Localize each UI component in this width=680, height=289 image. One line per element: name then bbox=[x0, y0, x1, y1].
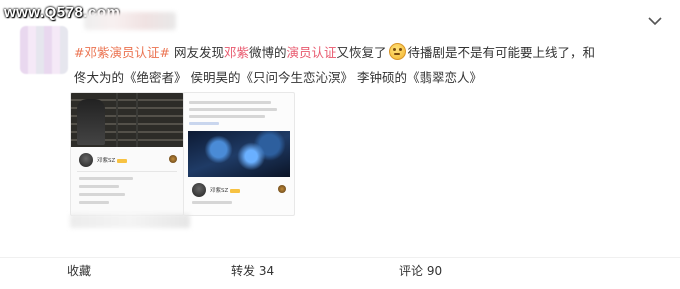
image-2-photo bbox=[188, 131, 290, 177]
image-1-photo bbox=[71, 93, 183, 147]
chevron-down-icon[interactable] bbox=[646, 14, 664, 28]
image-1-avatar bbox=[79, 153, 93, 167]
post-line-1: #邓紫演员认证# 网友发现邓紫微博的演员认证又恢复了 待播剧是不是有可能要上线了，… bbox=[74, 40, 674, 65]
user-avatar[interactable] bbox=[20, 26, 68, 74]
image-2-username: 邓紫SZ bbox=[210, 186, 241, 194]
post-text-segment: 待播剧是不是有可能要上线了，和 bbox=[407, 45, 596, 60]
post-line-2: 佟大为的《绝密者》 侯明昊的《只问今生恋沁溟》 李钟硕的《翡翠恋人》 bbox=[74, 70, 482, 85]
image-2-avatar bbox=[192, 183, 206, 197]
smile-emoji-icon bbox=[388, 43, 406, 60]
repost-button[interactable]: 转发 34 bbox=[231, 262, 274, 279]
highlight-text: 邓紫 bbox=[223, 45, 249, 60]
post-body: #邓紫演员认证# 网友发现邓紫微博的演员认证又恢复了 待播剧是不是有可能要上线了，… bbox=[74, 40, 674, 90]
post-text-segment: 网友发现 bbox=[173, 45, 224, 60]
hashtag-link[interactable]: #邓紫演员认证# bbox=[74, 45, 170, 60]
blurred-post-meta bbox=[70, 214, 190, 228]
highlight-text: 演员认证 bbox=[286, 45, 337, 60]
image-2-follow-icon bbox=[278, 185, 286, 193]
blurred-username bbox=[84, 12, 176, 30]
image-1-username: 邓紫SZ bbox=[97, 156, 128, 164]
post-line-1-text: 网友发现邓紫微博的演员认证又恢复了 待播剧是不是有可能要上线了，和 bbox=[173, 43, 596, 60]
post-image-1[interactable]: 邓紫SZ bbox=[70, 92, 184, 216]
post-image-2[interactable]: 邓紫SZ bbox=[183, 92, 295, 216]
post-text-segment: 微博的 bbox=[248, 45, 287, 60]
post-text-segment: 又恢复了 bbox=[336, 45, 387, 60]
image-1-follow-icon bbox=[169, 155, 177, 163]
action-bar-divider bbox=[0, 257, 680, 258]
collect-button[interactable]: 收藏 bbox=[67, 262, 91, 279]
comment-button[interactable]: 评论 90 bbox=[399, 262, 442, 279]
